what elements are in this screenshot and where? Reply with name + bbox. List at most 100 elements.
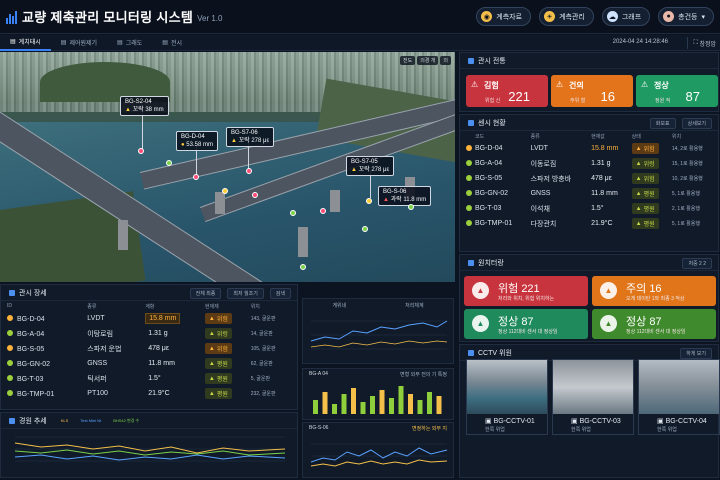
status-card[interactable]: ⚠ 건의 주위 철 16 [551,75,633,107]
sensor-pin[interactable] [300,264,306,270]
panel-button[interactable]: 상세보기 [681,118,712,129]
status-cell [466,216,475,231]
subnav-tab[interactable]: ▤ 계치태시 [0,35,51,51]
cell-type: 틱서퍼 [87,375,107,383]
alert-card-label: 위험 [498,283,519,295]
cctv-camera[interactable]: ▣ BG-CCTV-04 한쪽 위업 [638,359,720,435]
sensor-pin[interactable] [252,192,258,198]
tag-value: 278 με [371,167,390,173]
panel-button[interactable]: 최저 월조기 [227,288,264,299]
fullscreen-button[interactable]: ⛶ 창정암 [686,37,716,49]
table-row[interactable]: BG-A-04 이동로짐 1.31 g ▲ 위렁 15, 1로 활용행 [466,156,718,171]
tag-id: BG-D-04 [181,134,205,140]
sensor-pin[interactable] [222,188,228,194]
header-button-0[interactable]: ◉ 계측자료 [476,7,532,26]
value-text: 21.9°C [148,390,170,397]
state-label: 위험 [216,347,228,353]
alert-filter-button[interactable]: 처중 2 2 [682,258,712,269]
table-row[interactable]: BG-TMP-01 PT100 21.9°C ▲ 평원 232, 굴운판 [7,386,293,401]
header-button-3[interactable]: ● 총건등 ▾ [658,7,714,26]
status-card[interactable]: ⚠ 정상 정원 적 87 [636,75,718,107]
table-row[interactable]: BG-S-05 스파저 운법 478 με ▲ 위험 105, 굴운판 [7,341,293,356]
panel-button[interactable]: 전체 최종 [189,288,222,299]
table-row[interactable]: BG-S-05 스파저 방충바 478 με ▲ 위험 10, 2로 활용행 [466,171,718,186]
alert-card-label: 주의 [626,283,647,295]
sensor-pin[interactable] [362,226,368,232]
sensor-pin[interactable] [290,210,296,216]
bridge-pier [330,190,340,212]
cctv-feed-image [553,360,633,414]
tab-label: 계치태시 [18,40,41,46]
sensor-pin[interactable] [246,168,252,174]
column-header [466,131,475,141]
alert-card-sub: 처리와 위치, 위험 위치하는 [498,296,555,302]
trend-line [14,454,286,461]
subnav-tab[interactable]: ▤ 제어원제기 [51,35,107,51]
sub-navigation: ▤ 계치태시 ▤ 제어원제기 ▤ 그래도 ▤ 전시 2024-04 24 14:28:46 ⛶… [0,35,720,51]
table-row[interactable]: BG-A-04 이탕로림 1.31 g ▲ 위렁 14, 굴운판 [7,326,293,341]
status-card[interactable]: ⚠ 김험 위험 신 221 [466,75,548,107]
sensor-id: BG-D-04 [17,315,45,323]
tab-icon: ▤ [10,39,16,45]
camera-name-row: ▣ BG-CCTV-03 [571,417,633,425]
cell-loc: 105, 굴운판 [250,346,276,352]
alert-card[interactable]: ▲ 정상 87 정상 112대비 센서 대 정상임 [592,309,716,339]
sensor-pin[interactable] [320,208,326,214]
cctv-camera[interactable]: ▣ BG-CCTV-03 한쪽 위업 [552,359,634,435]
sensor-pin[interactable] [166,160,172,166]
alert-card[interactable]: ▲ 위험 221 처리와 위치, 위험 위치하는 [464,276,588,306]
status-dot [7,374,13,381]
alert-icon: ▲ [472,282,489,299]
cell-value: 1.31 g [145,326,205,341]
state-cell: ▲ 평원 [204,386,251,401]
panel-title: 관시 장세 [19,289,47,297]
state-cell: ▲ 위험 [631,171,672,186]
sensor-tag[interactable]: BG-S7-06 ▲ 꼬락 278 με [226,127,275,147]
sensor-tag[interactable]: BG-S2-04 ▲ 꼬락 38 mm [120,96,169,116]
sensor-pin[interactable] [138,148,144,154]
alert-card[interactable]: ▲ 정상 87 정상 112대비 센서 대 정상임 [464,309,588,339]
sensor-id: BG-GN-02 [17,360,51,368]
view-control-button[interactable]: 전도 [399,56,416,65]
sensor-pin[interactable] [408,204,414,210]
cctv-more-button[interactable]: 하게 보기 [680,348,712,359]
state-badge: ▲ 평원 [631,203,659,214]
state-badge: ▲ 위험 [204,313,232,324]
bar [417,400,423,414]
table-row[interactable]: BG-D-04 LVDT 15.8 mm ▲ 위험 143, 굴운판 [7,311,293,326]
cell-code: BG-S-05 [474,175,503,182]
panel-button[interactable]: 화보표 [649,118,676,129]
table-row[interactable]: BG-GN-02 GNSS 11.8 mm ▲ 평원 62, 굴운판 [7,356,293,371]
cctv-camera[interactable]: ▣ BG-CCTV-01 한쪽 위업 [466,359,548,435]
alert-card-value: 16 [649,283,662,295]
panel-button[interactable]: 검색 [269,288,291,299]
subnav-tab[interactable]: ▤ 전시 [152,35,192,51]
alert-card[interactable]: ▲ 주의 16 오게 데이탄 1와 최종 3 적상 [592,276,716,306]
sensor-tag[interactable]: BG-S7-05 ▲ 꼬락 278 με [346,156,395,176]
sensor-tag[interactable]: BG-S-06 ▲ 과락 11.8 mm [378,186,432,206]
header-button-1[interactable]: ☀ 계측관리 [539,7,594,26]
sensor-tag[interactable]: BG-D-04 ● 53.58 mm [176,131,218,151]
alert-icon: ⚠ [556,80,564,89]
cell-id: BG-TMP-01 [7,386,87,401]
camera-sub: 한쪽 위업 [485,427,505,433]
tag-status: 꼬락 [358,167,370,173]
sensor-pin[interactable] [366,198,372,204]
view-control-button[interactable]: 의경 개 [417,56,439,65]
table-row[interactable]: BG-D-04 LVDT 15.8 mm ▲ 위험 14, 2로 활용행 [466,141,718,156]
table-row[interactable]: BG-T-03 틱서퍼 1.5° ▲ 평원 5, 굴운판 [7,371,293,386]
status-card-sub: 주위 철 [570,98,586,104]
view-controls: 전도 의경 개의 [399,56,451,65]
table-row[interactable]: BG-T-03 이석채 1.5° ▲ 평원 2, 1로 활용행 [466,201,718,216]
header-button-2[interactable]: ☁ 그래프 [601,7,651,26]
warning-icon: ▲ [208,330,215,337]
alert-icon: ▲ [600,282,617,299]
status-card-label: 김험 [484,81,499,90]
subnav-tab[interactable]: ▤ 그래도 [107,35,152,51]
view-control-button[interactable]: 의 [440,56,451,65]
sensor-pin[interactable] [193,174,199,180]
cell-type: 스파저 방충바 [530,175,572,183]
bridge-3d-view[interactable]: 전도 의경 개의 BG-S2-04 ▲ 꼬락 38 mm BG-D-04 ● 53.5… [0,52,455,282]
table-row[interactable]: BG-TMP-01 다장관치 21.9°C ▲ 평원 5, 1로 활용행 [466,216,718,231]
table-row[interactable]: BG-GN-02 GNSS 11.8 mm ▲ 평원 5, 1로 활용행 [466,186,718,201]
